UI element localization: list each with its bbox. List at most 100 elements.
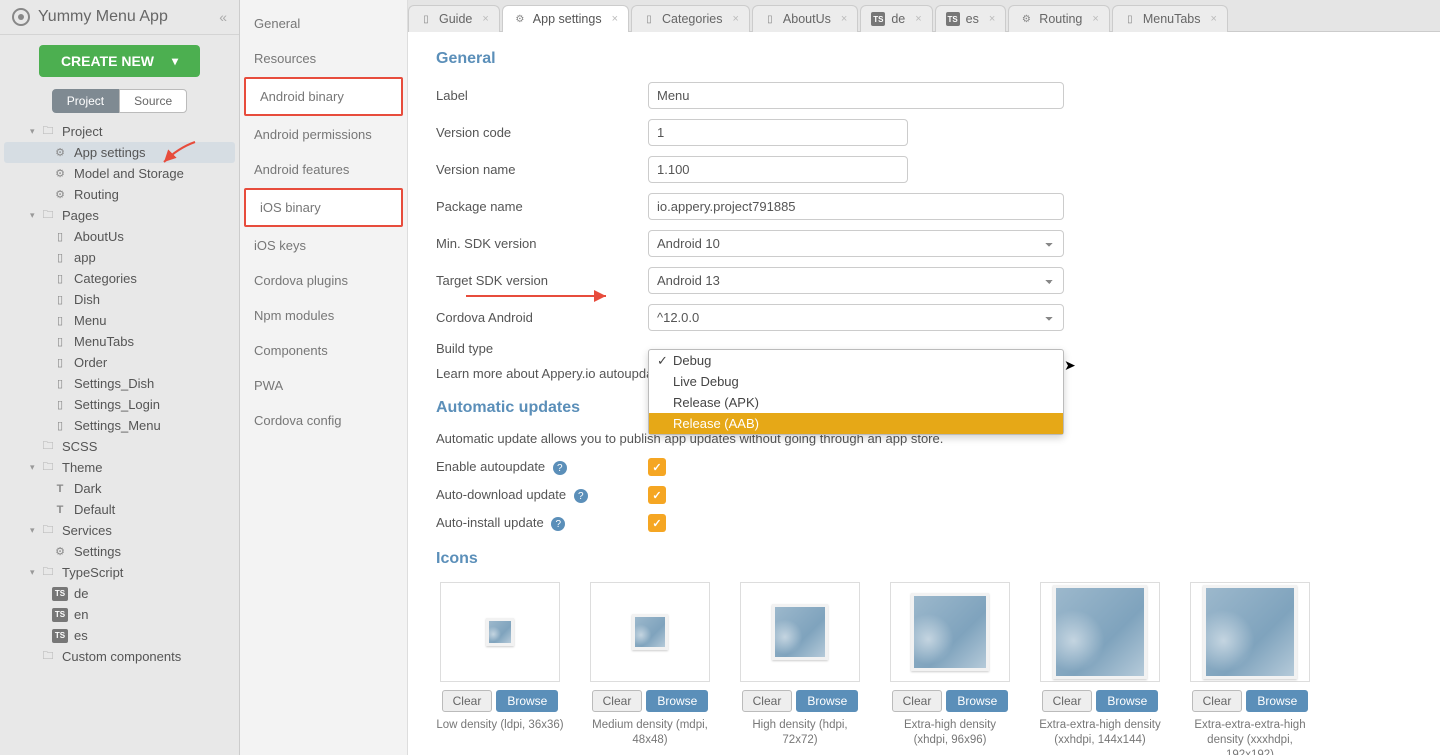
tree-node-page[interactable]: ▯Settings_Dish [4, 373, 235, 394]
build-type-option[interactable]: Release (AAB) [649, 413, 1063, 434]
editor-tab[interactable]: TSes× [935, 5, 1007, 32]
close-tab-icon[interactable]: × [482, 13, 488, 25]
build-type-option[interactable]: Release (APK) [649, 392, 1063, 413]
tree-node-scss[interactable]: 🗀SCSS [4, 436, 235, 457]
package-name-input[interactable] [648, 193, 1064, 220]
close-tab-icon[interactable]: × [915, 13, 921, 25]
page-icon: ▯ [52, 293, 68, 307]
browse-icon-button[interactable]: Browse [946, 690, 1008, 712]
enable-autoupdate-checkbox[interactable]: ✓ [648, 458, 666, 476]
tree-node-app-settings[interactable]: ⚙App settings [4, 142, 235, 163]
tree-node-typescript[interactable]: ▾🗀TypeScript [4, 562, 235, 583]
help-icon[interactable]: ? [574, 489, 588, 503]
settings-nav-item[interactable]: Npm modules [240, 298, 407, 333]
close-tab-icon[interactable]: × [732, 13, 738, 25]
editor-tab[interactable]: ▯Categories× [631, 5, 750, 32]
tree-node-theme-item[interactable]: TDefault [4, 499, 235, 520]
page-icon: ▯ [52, 356, 68, 370]
settings-nav-item[interactable]: iOS binary [244, 188, 403, 227]
build-type-option[interactable]: Debug [649, 350, 1063, 371]
tree-node-service[interactable]: ⚙Settings [4, 541, 235, 562]
icon-density-label: Extra-high density (xhdpi, 96x96) [886, 718, 1014, 748]
help-icon[interactable]: ? [551, 517, 565, 531]
close-tab-icon[interactable]: × [612, 13, 618, 25]
tree-node-page[interactable]: ▯Dish [4, 289, 235, 310]
cordova-android-select[interactable]: ^12.0.0 [648, 304, 1064, 331]
clear-icon-button[interactable]: Clear [892, 690, 943, 712]
build-type-option[interactable]: Live Debug [649, 371, 1063, 392]
icon-preview-image [911, 593, 989, 671]
tree-node-services[interactable]: ▾🗀Services [4, 520, 235, 541]
tree-node-page[interactable]: ▯AboutUs [4, 226, 235, 247]
browse-icon-button[interactable]: Browse [1246, 690, 1308, 712]
collapse-sidebar-icon[interactable]: « [219, 9, 227, 25]
auto-install-checkbox[interactable]: ✓ [648, 514, 666, 532]
browse-icon-button[interactable]: Browse [646, 690, 708, 712]
build-type-label: Build type [436, 341, 648, 356]
close-tab-icon[interactable]: × [989, 13, 995, 25]
tree-node-ts[interactable]: TSde [4, 583, 235, 604]
tab-project[interactable]: Project [52, 89, 119, 113]
editor-tab[interactable]: TSde× [860, 5, 932, 32]
clear-icon-button[interactable]: Clear [442, 690, 493, 712]
settings-nav-item[interactable]: PWA [240, 368, 407, 403]
browse-icon-button[interactable]: Browse [796, 690, 858, 712]
project-tree: ▾🗀Project ⚙App settings ⚙Model and Stora… [0, 121, 239, 755]
clear-icon-button[interactable]: Clear [592, 690, 643, 712]
tree-node-theme-item[interactable]: TDark [4, 478, 235, 499]
tree-node-ts[interactable]: TSes [4, 625, 235, 646]
settings-nav-item[interactable]: Cordova config [240, 403, 407, 438]
editor-tab[interactable]: ▯Guide× [408, 5, 500, 32]
tree-node-page[interactable]: ▯Settings_Login [4, 394, 235, 415]
settings-nav-item[interactable]: Cordova plugins [240, 263, 407, 298]
tree-node-page[interactable]: ▯Categories [4, 268, 235, 289]
page-icon: ▯ [52, 377, 68, 391]
tree-node-custom-components[interactable]: 🗀Custom components [4, 646, 235, 667]
clear-icon-button[interactable]: Clear [1042, 690, 1093, 712]
clear-icon-button[interactable]: Clear [742, 690, 793, 712]
tree-node-page[interactable]: ▯MenuTabs [4, 331, 235, 352]
close-tab-icon[interactable]: × [841, 13, 847, 25]
settings-nav-item[interactable]: Components [240, 333, 407, 368]
auto-download-checkbox[interactable]: ✓ [648, 486, 666, 504]
settings-nav-item[interactable]: Android permissions [240, 117, 407, 152]
create-new-button[interactable]: CREATE NEW ▾ [39, 45, 200, 77]
tab-source[interactable]: Source [119, 89, 187, 113]
editor-tab[interactable]: ⚙App settings× [502, 5, 629, 32]
tree-node-page[interactable]: ▯app [4, 247, 235, 268]
settings-nav-item[interactable]: Android features [240, 152, 407, 187]
tree-node-routing[interactable]: ⚙Routing [4, 184, 235, 205]
tree-node-ts[interactable]: TSen [4, 604, 235, 625]
main-area: ▯Guide×⚙App settings×▯Categories×▯AboutU… [408, 0, 1440, 755]
browse-icon-button[interactable]: Browse [1096, 690, 1158, 712]
icon-preview-box [590, 582, 710, 682]
min-sdk-select[interactable]: Android 10 [648, 230, 1064, 257]
browse-icon-button[interactable]: Browse [496, 690, 558, 712]
settings-nav-item[interactable]: Resources [240, 41, 407, 76]
tree-node-theme[interactable]: ▾🗀Theme [4, 457, 235, 478]
clear-icon-button[interactable]: Clear [1192, 690, 1243, 712]
tree-node-pages[interactable]: ▾🗀Pages [4, 205, 235, 226]
editor-tab[interactable]: ▯AboutUs× [752, 5, 858, 32]
settings-nav-item[interactable]: General [240, 6, 407, 41]
target-sdk-select[interactable]: Android 13 [648, 267, 1064, 294]
version-name-input[interactable] [648, 156, 908, 183]
tree-node-page[interactable]: ▯Menu [4, 310, 235, 331]
page-icon: ▯ [1123, 12, 1137, 26]
editor-tab[interactable]: ⚙Routing× [1008, 5, 1110, 32]
build-type-dropdown-open: DebugLive DebugRelease (APK)Release (AAB… [648, 349, 1064, 435]
tree-node-page[interactable]: ▯Settings_Menu [4, 415, 235, 436]
settings-nav-item[interactable]: iOS keys [240, 228, 407, 263]
tree-node-project[interactable]: ▾🗀Project [4, 121, 235, 142]
chevron-down-icon: ▾ [172, 54, 178, 68]
project-sidebar: Yummy Menu App « CREATE NEW ▾ Project So… [0, 0, 240, 755]
version-code-input[interactable] [648, 119, 908, 146]
close-tab-icon[interactable]: × [1211, 13, 1217, 25]
tree-node-model-storage[interactable]: ⚙Model and Storage [4, 163, 235, 184]
help-icon[interactable]: ? [553, 461, 567, 475]
settings-nav-item[interactable]: Android binary [244, 77, 403, 116]
tree-node-page[interactable]: ▯Order [4, 352, 235, 373]
label-input[interactable] [648, 82, 1064, 109]
close-tab-icon[interactable]: × [1092, 13, 1098, 25]
editor-tab[interactable]: ▯MenuTabs× [1112, 5, 1228, 32]
